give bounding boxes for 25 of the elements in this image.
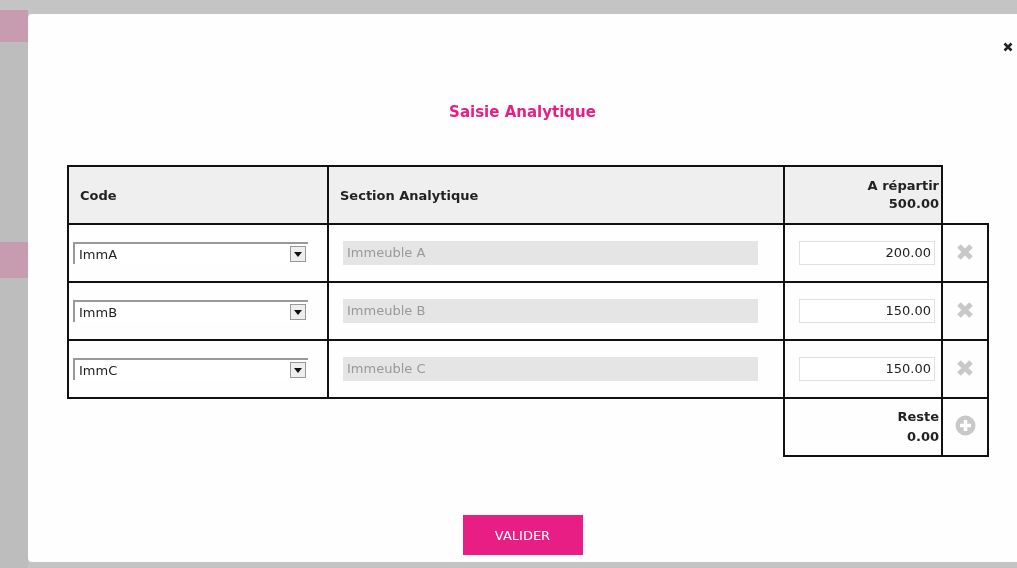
section-field: Immeuble C xyxy=(343,357,758,381)
column-header: A répartir xyxy=(867,178,939,193)
amount-field[interactable]: 150.00 xyxy=(799,299,935,323)
total-amount: 500.00 xyxy=(888,196,939,211)
caret-icon xyxy=(294,251,302,257)
delete-icon[interactable] xyxy=(956,358,974,377)
section-field: Immeuble B xyxy=(343,299,758,323)
caret-icon xyxy=(294,367,302,373)
delete-icon[interactable] xyxy=(956,300,974,319)
section-field: Immeuble A xyxy=(343,241,758,265)
delete-icon[interactable] xyxy=(956,242,974,261)
validate-button[interactable]: VALIDER xyxy=(462,515,583,555)
amount-field[interactable]: 150.00 xyxy=(799,357,935,381)
code-select[interactable]: ImmA xyxy=(73,242,308,264)
column-header: Section Analytique xyxy=(339,187,479,203)
add-icon[interactable] xyxy=(954,415,976,436)
remaining-amount: 0.00 xyxy=(906,429,939,444)
dialog-title: Saisie Analytique xyxy=(448,102,597,122)
code-select[interactable]: ImmC xyxy=(73,358,308,380)
code-select[interactable]: ImmB xyxy=(73,300,308,322)
amount-field[interactable]: 200.00 xyxy=(799,241,935,265)
remaining-label: Reste xyxy=(897,409,939,424)
caret-icon xyxy=(294,309,302,315)
column-header: Code xyxy=(79,187,117,203)
close-icon[interactable] xyxy=(1003,42,1013,52)
